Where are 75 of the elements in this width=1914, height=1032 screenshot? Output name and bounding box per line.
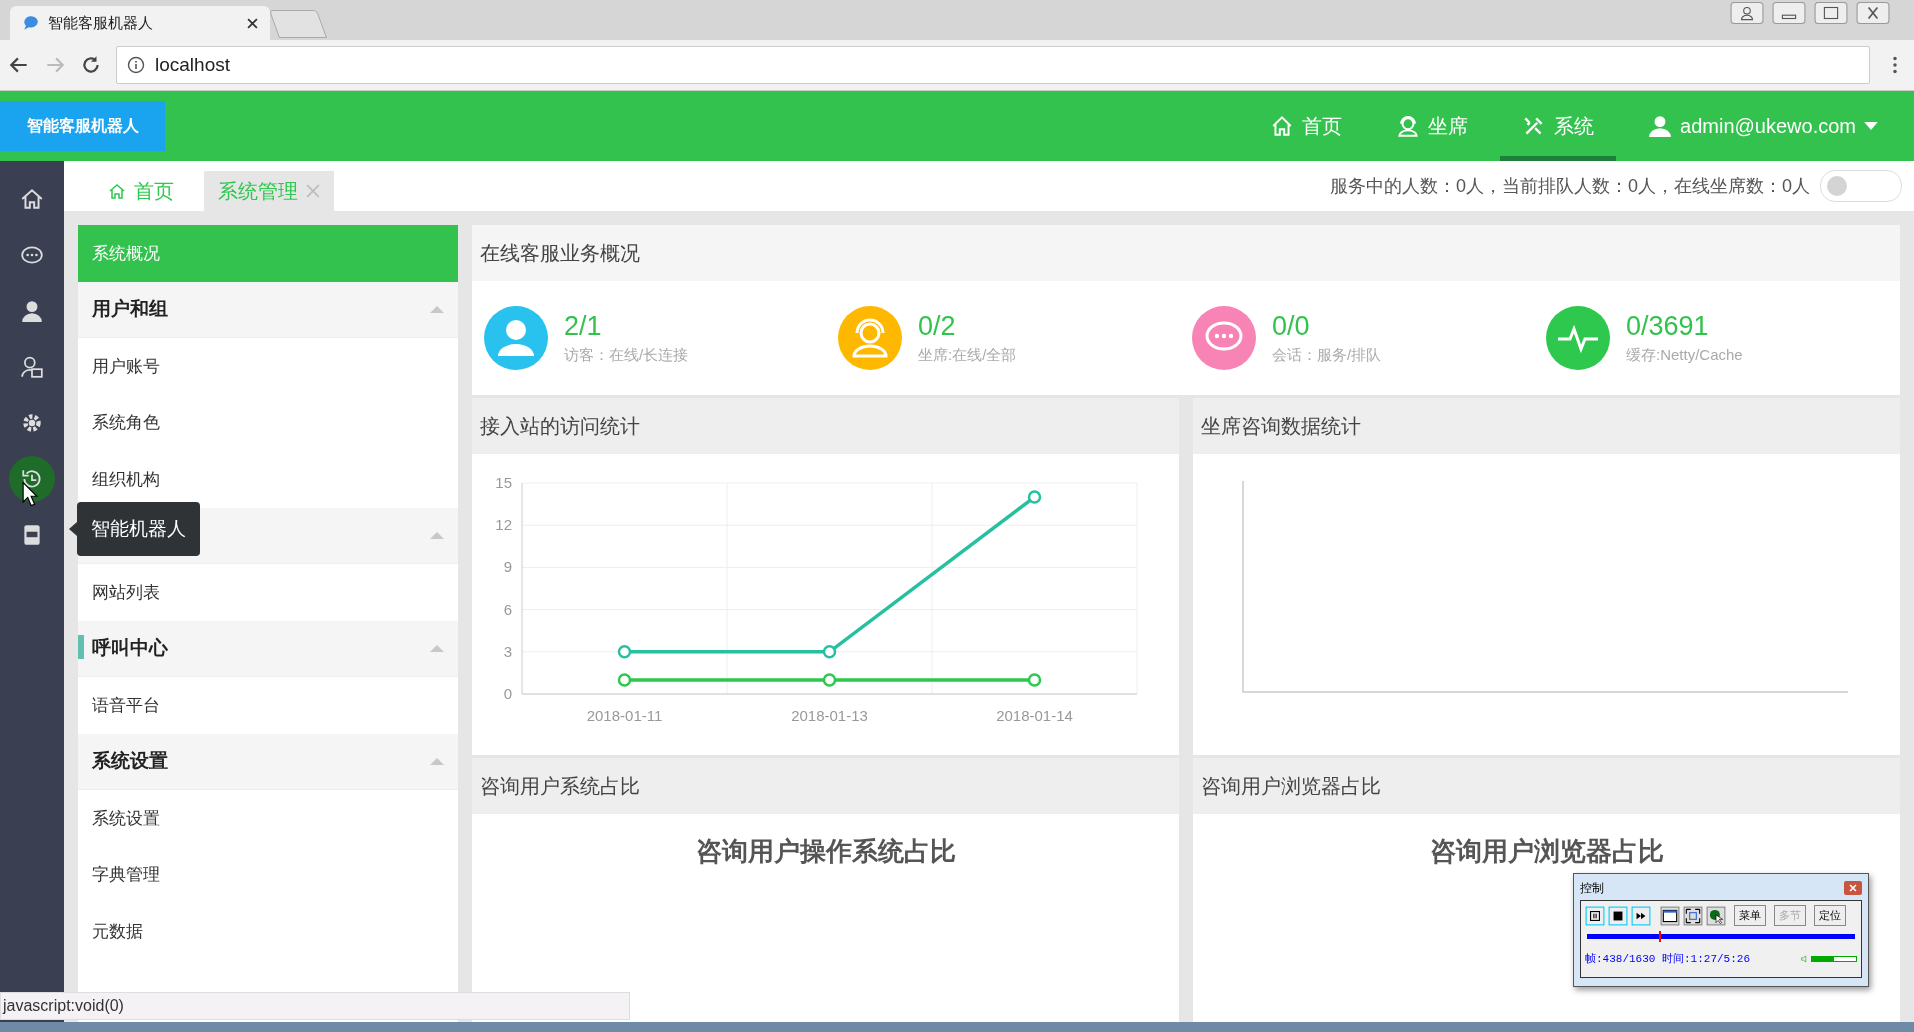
- address-field[interactable]: localhost: [116, 46, 1870, 84]
- menu-group-header[interactable]: 系统设置: [78, 733, 458, 790]
- axis-tick-label: 2018-01-13: [791, 707, 868, 724]
- home-icon: [20, 187, 44, 211]
- menu-item[interactable]: 用户账号: [78, 338, 458, 395]
- user-card-icon: [20, 355, 44, 379]
- cursor-icon: [22, 481, 38, 507]
- close-icon[interactable]: [247, 17, 258, 29]
- axis-tick-label: 12: [495, 516, 512, 534]
- recorder-button[interactable]: 定位: [1814, 905, 1846, 926]
- menu-group-header[interactable]: 用户和组: [78, 281, 458, 338]
- stop-icon[interactable]: [1608, 905, 1628, 926]
- menu-item[interactable]: 语音平台: [78, 677, 458, 734]
- panel-title: 咨询用户系统占比: [472, 758, 1179, 814]
- pause-icon[interactable]: [1585, 905, 1605, 926]
- axis-tick-label: 9: [503, 558, 512, 576]
- axis-tick-label: 2018-01-14: [996, 707, 1073, 724]
- volume-slider[interactable]: [1811, 955, 1857, 962]
- stat-value: 2/1: [564, 311, 603, 342]
- window-icon[interactable]: [1660, 905, 1680, 926]
- close-icon[interactable]: [1856, 2, 1890, 24]
- caret-icon: [1864, 121, 1878, 131]
- axis-tick-label: 2018-01-11: [586, 707, 663, 724]
- info-icon: [127, 56, 145, 74]
- tab-title: 智能客服机器人: [48, 13, 154, 33]
- fast-forward-icon[interactable]: [1631, 905, 1651, 926]
- menu-item[interactable]: 字典管理: [78, 846, 458, 903]
- sidebar-button[interactable]: [9, 456, 55, 502]
- app-logo: 智能客服机器人: [0, 101, 165, 151]
- user-icon[interactable]: [1730, 2, 1764, 24]
- progress-marker[interactable]: [1659, 931, 1662, 942]
- maximize-icon[interactable]: [1814, 2, 1848, 24]
- user-icon: [1648, 114, 1673, 138]
- stat-label: 缓存:Netty/Cache: [1626, 346, 1743, 365]
- stat-value: 0/0: [1272, 311, 1311, 342]
- axis-tick-label: 6: [503, 600, 512, 618]
- menu-item[interactable]: 系统角色: [78, 394, 458, 451]
- axis-tick-label: 15: [495, 474, 512, 491]
- axis-tick-label: 0: [503, 685, 512, 702]
- minimize-icon[interactable]: [1772, 2, 1806, 24]
- panel-title: 咨询用户浏览器占比: [1193, 758, 1900, 814]
- chat-icon: [22, 14, 40, 32]
- cursor-icon[interactable]: [1706, 905, 1726, 926]
- browser-tab[interactable]: 智能客服机器人: [10, 6, 270, 40]
- stat-label: 访客：在线/长连接: [564, 346, 689, 365]
- stat-label: 会话：服务/排队: [1272, 346, 1382, 365]
- chart-title: 咨询用户操作系统占比: [694, 835, 957, 868]
- panel-title: 在线客服业务概况: [472, 225, 1900, 281]
- recorder-button[interactable]: 菜单: [1734, 905, 1766, 926]
- chart-title: 咨询用户浏览器占比: [1428, 835, 1665, 868]
- window-title: 控制: [1580, 879, 1604, 897]
- settings-icon: [20, 411, 44, 435]
- status-bar-url: javascript:void(0): [0, 992, 630, 1020]
- fullscreen-icon[interactable]: [1683, 905, 1703, 926]
- stat-label: 坐席:在线/全部: [918, 346, 1017, 365]
- headset-icon: [1396, 114, 1421, 138]
- stat-value: 0/3691: [1626, 311, 1710, 342]
- menu-item[interactable]: 网站列表: [78, 564, 458, 621]
- speaker-icon: [1801, 954, 1807, 963]
- menu-item[interactable]: 元数据: [78, 903, 458, 960]
- menu-group-header[interactable]: 呼叫中心: [78, 620, 458, 677]
- menu-item[interactable]: 系统设置: [78, 790, 458, 847]
- service-status: 服务中的人数：0人，当前排队人数：0人，在线坐席数：0人: [1329, 175, 1810, 198]
- toggle-switch[interactable]: [1820, 170, 1902, 202]
- tooltip-arrow: [69, 522, 77, 536]
- stat-value: 0/2: [918, 311, 957, 342]
- panel-title: 接入站的访问统计: [472, 398, 1179, 454]
- reload-icon[interactable]: [80, 54, 102, 76]
- playback-readout: 帧:438/1630 时间:1:27/5:26: [1585, 952, 1752, 966]
- progress-track[interactable]: [1587, 934, 1855, 939]
- home-icon: [108, 182, 126, 200]
- tooltip: 智能机器人: [77, 502, 200, 556]
- user-icon: [20, 299, 44, 323]
- axis-tick-label: 3: [503, 642, 512, 660]
- panel-title: 坐席咨询数据统计: [1193, 398, 1900, 454]
